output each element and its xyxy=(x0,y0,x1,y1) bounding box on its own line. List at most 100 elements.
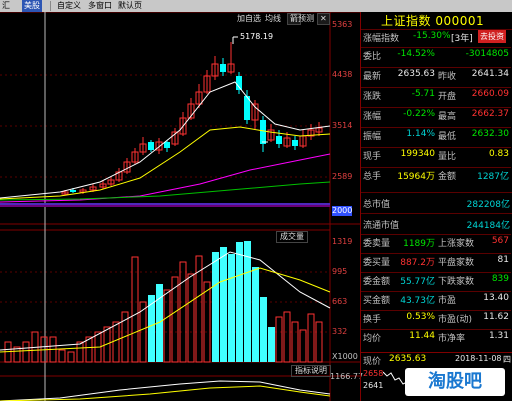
volume-bar xyxy=(236,242,243,362)
panel-header: 上证指数 000001 xyxy=(361,12,512,28)
quote-label: 换手 xyxy=(363,315,382,325)
volume-bar xyxy=(228,254,235,362)
volume-bar xyxy=(203,281,211,363)
quote-value: 81 xyxy=(497,255,509,265)
volume-bar xyxy=(252,267,259,362)
lower-axis-value: 1166.77 xyxy=(330,372,364,381)
price-axis-tick: 2589 xyxy=(332,172,353,181)
quote-label: 市净率 xyxy=(438,334,466,344)
ma-toggle-button[interactable]: 均线 xyxy=(265,14,281,24)
quote-row: 委买量 887.2万 平盘家数 81 xyxy=(361,253,511,273)
volume-bar xyxy=(131,256,139,363)
menu-item-0[interactable]: 汇 xyxy=(0,0,12,12)
candle-body xyxy=(164,142,170,148)
candle-body xyxy=(292,140,298,146)
volume-bar xyxy=(148,295,155,362)
quote-label: 均价 xyxy=(363,334,382,344)
volume-unit-label: X1000 xyxy=(332,352,358,361)
change-index-period[interactable]: [3年] xyxy=(451,31,473,44)
quote-row: 均价 11.44 市净率 1.31 xyxy=(361,329,511,349)
volume-bar xyxy=(307,313,315,363)
quote-value: 1.14% xyxy=(406,129,435,139)
menu-item-1[interactable]: 美股 xyxy=(22,0,42,12)
quote-value: 15964万 xyxy=(397,172,435,182)
volume-axis-tick: 995 xyxy=(332,267,348,276)
quote-row: 现手 199340 量比 0.83 xyxy=(361,147,511,168)
quote-value: -0.22% xyxy=(403,109,435,119)
quote-row: 委金额 55.77亿 下跌家数 839 xyxy=(361,272,511,292)
quote-value: 11.62 xyxy=(483,312,509,322)
menu-item-2[interactable]: 自定义 xyxy=(55,0,83,12)
quote-value: 0.83 xyxy=(488,149,509,159)
quote-label: 振幅 xyxy=(363,132,382,142)
volume-bar xyxy=(283,311,291,363)
quote-value: -5.71 xyxy=(411,89,435,99)
quote-label: 平盘家数 xyxy=(438,258,475,268)
forecast-button[interactable]: 预测 xyxy=(298,14,314,24)
quote-value: 2641.34 xyxy=(471,69,509,79)
candle-body xyxy=(148,142,154,150)
price-axis-tick: 4438 xyxy=(332,70,353,79)
quote-row: 涨幅 -0.22% 最高 2662.37 xyxy=(361,107,511,128)
volume-bar xyxy=(260,297,267,362)
quote-value: 55.77亿 xyxy=(400,277,435,287)
indicator-line xyxy=(0,380,331,401)
quote-value: 43.73亿 xyxy=(400,296,435,306)
peak-value-label: 5178.19 xyxy=(240,32,274,41)
quote-value: 0.53% xyxy=(406,312,435,322)
quote-row: 委卖量 1189万 上涨家数 567 xyxy=(361,234,511,254)
volume-axis-tick: 663 xyxy=(332,297,348,306)
add-watchlist-button[interactable]: 加自选 xyxy=(237,14,261,24)
candle-body xyxy=(236,76,242,90)
candle-body xyxy=(260,120,266,144)
volume-bar xyxy=(299,329,307,363)
quote-label: 量比 xyxy=(438,152,457,162)
menu-item-3[interactable]: 多窗口 xyxy=(86,0,114,12)
volume-bar xyxy=(275,316,283,363)
quote-label: 涨幅 xyxy=(363,112,382,122)
quote-value: 199340 xyxy=(400,149,435,159)
tick-date: 2018-11-08 xyxy=(455,354,502,363)
volume-bar xyxy=(268,327,275,362)
price-axis-tick: 3514 xyxy=(332,121,353,130)
volume-bar xyxy=(212,252,219,362)
quote-label: 最新 xyxy=(363,72,382,82)
indicator-help-button[interactable]: 指标说明 xyxy=(291,365,331,377)
quote-value: 2660.09 xyxy=(471,89,509,99)
volume-bar xyxy=(291,321,299,363)
quote-label: 委比 xyxy=(363,52,382,62)
menu-item-4[interactable]: 默认页 xyxy=(116,0,144,12)
lower-indicator-group xyxy=(0,380,331,401)
quote-value: -3014805 xyxy=(465,49,509,59)
close-icon[interactable]: ✕ xyxy=(317,13,330,25)
quote-row: 总手 15964万 金额 1287亿 xyxy=(361,167,511,188)
volume-bar xyxy=(315,321,323,363)
quote-value: 1189万 xyxy=(403,239,435,249)
quote-label: 昨收 xyxy=(438,72,457,82)
quote-label: 委金额 xyxy=(363,277,391,287)
quote-label: 总手 xyxy=(363,172,382,182)
volume-bar xyxy=(179,261,187,363)
volume-bar xyxy=(163,289,171,363)
quote-value: 887.2万 xyxy=(400,258,435,268)
current-price-value: 2635.63 xyxy=(389,354,427,364)
float-mv-value: 244184亿 xyxy=(466,221,510,231)
quote-label: 委卖量 xyxy=(363,239,391,249)
kline-chart-area[interactable]: 加自选 均线 箭 预测 ✕ 5178.19 5363 4438 3514 258… xyxy=(0,12,364,401)
invest-button[interactable]: 去投资 xyxy=(478,30,506,43)
quote-label: 最高 xyxy=(438,112,457,122)
volume-axis-tick: 332 xyxy=(332,327,348,336)
mini-axis-tick: 2658 xyxy=(363,369,384,378)
chart-svg[interactable] xyxy=(0,12,360,401)
quote-label: 最低 xyxy=(438,132,457,142)
quote-row: 最新 2635.63 昨收 2641.34 xyxy=(361,67,511,88)
quote-value: 1287亿 xyxy=(477,172,509,182)
volume-bar xyxy=(112,321,120,363)
total-mv-value: 282208亿 xyxy=(466,200,510,210)
tick-weekday: 四 xyxy=(503,355,511,364)
quote-label: 市盈 xyxy=(438,296,457,306)
volume-panel-selector[interactable]: 成交量 xyxy=(276,231,308,243)
float-mv-label: 流通市值 xyxy=(363,221,400,231)
quote-label: 买金额 xyxy=(363,296,391,306)
volume-bar xyxy=(187,273,195,363)
